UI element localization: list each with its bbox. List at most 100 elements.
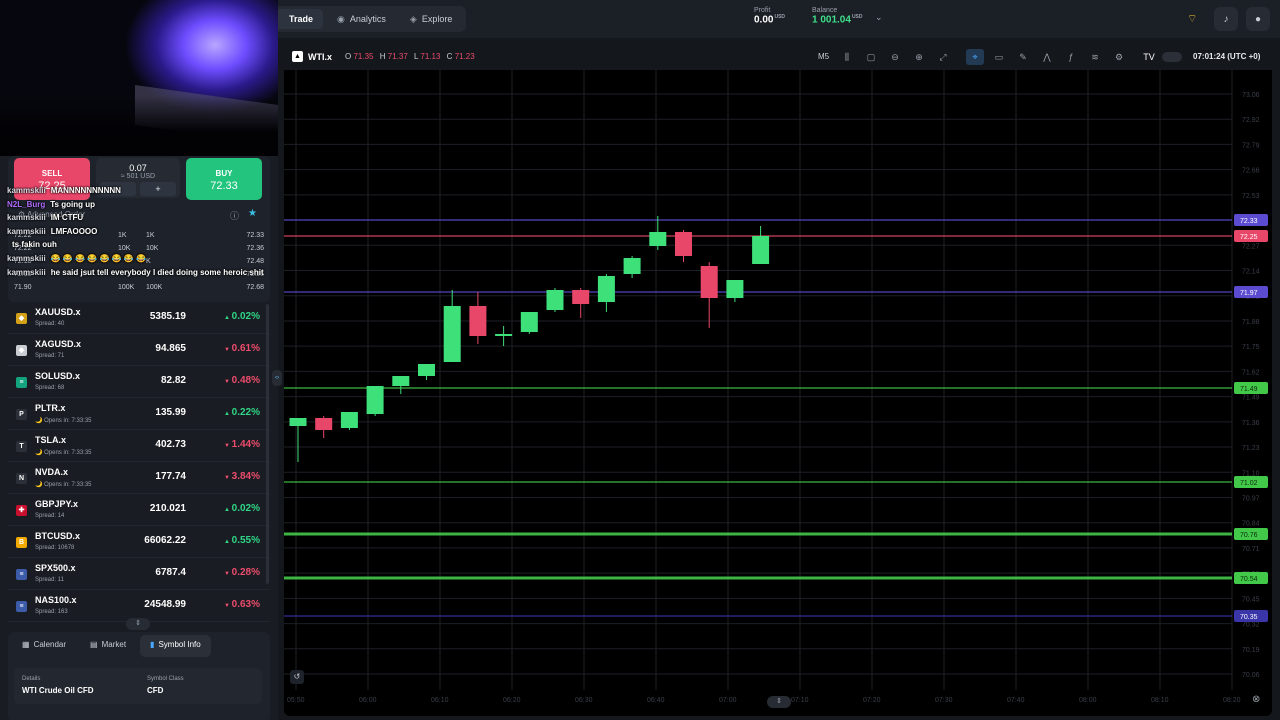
arrow-up-icon: ▲ <box>224 315 232 321</box>
arrow-up-icon: ▲ <box>224 411 232 417</box>
candle-body <box>675 232 692 256</box>
watchlist-row[interactable]: N NVDA.x 🌙 Opens in: 7:33:35 177.74 ▼ 3.… <box>8 462 270 494</box>
watchlist-scrollbar[interactable] <box>266 304 269 584</box>
watchlist-row[interactable]: B BTCUSD.x Spread: 10678 66062.22 ▲ 0.55… <box>8 526 270 558</box>
crowd-silhouette <box>0 96 278 156</box>
chat-text: IM CTFU <box>50 213 84 223</box>
candle-body <box>443 306 461 362</box>
crosshair-icon[interactable]: ⌖ <box>966 49 984 65</box>
chat-message: N2L_Burg Ts going up <box>7 200 287 214</box>
tab-market[interactable]: ▤ Market <box>80 635 136 657</box>
reset-chart-icon[interactable]: ↺ <box>290 670 304 684</box>
tab-trade[interactable]: Trade <box>274 9 324 29</box>
watchlist-symbol: NVDA.x <box>35 467 69 477</box>
time-scroll-chevron-icon[interactable]: ⇕ <box>767 696 791 708</box>
watchlist-subtext: 🌙 Opens in: 7:33:35 <box>35 482 92 488</box>
rectangle-icon[interactable]: ▢ <box>862 49 880 65</box>
watchlist-row[interactable]: ◆ XAUUSD.x Spread: 40 5385.19 ▲ 0.02% <box>8 302 270 334</box>
watchlist-subtext: Spread: 71 <box>35 353 65 359</box>
calendar-icon: ▦ <box>22 640 30 649</box>
analytics-icon: ◉ <box>337 13 345 24</box>
watchlist-subtext: Spread: 163 <box>35 609 68 615</box>
zoom-in-icon[interactable]: ⊕ <box>910 49 928 65</box>
depth-ask: 72.68 <box>246 284 264 291</box>
y-tick-label: 72.14 <box>1242 269 1260 276</box>
zoom-out-icon[interactable]: ⊖ <box>886 49 904 65</box>
watchlist-subtext: Spread: 11 <box>35 577 64 583</box>
horizontal-line-icon[interactable]: ▭ <box>990 49 1008 65</box>
chat-username: kammskiii <box>7 213 46 223</box>
watchlist-row[interactable]: T TSLA.x 🌙 Opens in: 7:33:35 402.73 ▼ 1.… <box>8 430 270 462</box>
timeframe-selector[interactable]: M5 <box>818 52 829 61</box>
ohlc-open: 71.35 <box>353 52 374 61</box>
watchlist-symbol: PLTR.x <box>35 403 66 413</box>
watchlist-subtext: Spread: 14 <box>35 513 65 519</box>
indicators-fx-icon[interactable]: ƒ <box>1062 49 1080 65</box>
collapse-panel-icon[interactable]: ‹› <box>272 370 282 386</box>
y-tick-label: 71.88 <box>1242 319 1260 326</box>
chat-message: kammskiii MANNNNNNNNNN <box>7 186 287 200</box>
watchlist-price: 66062.22 <box>144 535 186 546</box>
tab-calendar[interactable]: ▦ Calendar <box>12 635 76 657</box>
ohlc-h-label: H <box>379 52 386 61</box>
price-level-label: 72.33 <box>1240 218 1258 225</box>
x-tick-label: 08:10 <box>1151 697 1169 704</box>
symbol-info-icon: ▮ <box>150 640 155 649</box>
fullscreen-icon[interactable]: ⤢ <box>934 49 952 65</box>
watchlist-expand-chevron-icon[interactable]: ⇕ <box>126 618 150 630</box>
bitcoin-icon: B <box>16 537 27 548</box>
arrow-down-icon: ▼ <box>224 443 232 449</box>
chart-clock: 07:01:24 (UTC +0) <box>1193 52 1261 61</box>
account-chevron-down-icon[interactable]: ⌄ <box>875 12 883 23</box>
y-tick-label: 72.92 <box>1242 117 1260 124</box>
chart-symbol[interactable]: ▲ WTI.x <box>292 51 332 62</box>
candlestick-chart[interactable]: 73.0672.9272.7972.6672.5372.4072.2772.14… <box>284 70 1272 716</box>
depth-price: 71.90 <box>14 284 32 291</box>
y-tick-label: 70.97 <box>1242 495 1260 502</box>
pencil-icon[interactable]: ✎ <box>1014 49 1032 65</box>
chat-message: kammskiii 😂 😂 😂 😂 😂 😂 😂 😂 <box>7 254 287 268</box>
watchlist-row[interactable]: ≡ SPX500.x Spread: 11 6787.4 ▼ 0.28% <box>8 558 270 590</box>
tab-explore[interactable]: ◈ Explore <box>400 9 462 30</box>
price-level-label: 70.35 <box>1240 614 1258 621</box>
layers-icon[interactable]: ≋ <box>1086 49 1104 65</box>
gbp-flag-icon: ✚ <box>16 505 27 516</box>
market-icon: ▤ <box>90 640 98 649</box>
arrow-up-icon: ▲ <box>224 507 232 513</box>
settings-gear-icon[interactable]: ⚙ <box>1110 49 1128 65</box>
x-tick-label: 06:40 <box>647 697 665 704</box>
candle-body <box>392 376 410 386</box>
lot-usd-value: ≈ 501 USD <box>120 173 156 180</box>
notifications-bell-icon[interactable]: ♪ <box>1214 7 1238 31</box>
ohlc-l-label: L <box>414 52 419 61</box>
watchlist-change: ▼ 0.63% <box>224 599 260 610</box>
price-level-label: 70.76 <box>1240 532 1258 539</box>
pattern-icon[interactable]: ⋀ <box>1038 49 1056 65</box>
candle-body <box>546 290 564 310</box>
watchlist-subtext: 🌙 Opens in: 7:33:35 <box>35 450 92 456</box>
watchlist-change: ▲ 0.22% <box>224 407 260 418</box>
candles-type-icon[interactable]: ⫼ <box>838 49 856 65</box>
watchlist-row[interactable]: ≡ SOLUSD.x Spread: 68 82.82 ▼ 0.48% <box>8 366 270 398</box>
watchlist-row[interactable]: ✚ GBPJPY.x Spread: 14 210.021 ▲ 0.02% <box>8 494 270 526</box>
chat-text: 😂 😂 😂 😂 😂 😂 😂 😂 <box>50 253 146 263</box>
symbol-class-key: Symbol Class <box>147 676 184 682</box>
watchlist-symbol: XAGUSD.x <box>35 339 82 349</box>
tab-analytics[interactable]: ◉ Analytics <box>327 9 396 30</box>
price-level-label: 72.25 <box>1240 234 1258 241</box>
x-tick-label: 08:00 <box>1079 697 1097 704</box>
watchlist-row[interactable]: ◆ XAGUSD.x Spread: 71 94.865 ▼ 0.61% <box>8 334 270 366</box>
symbol-class-value: CFD <box>147 686 164 695</box>
profile-avatar-icon[interactable]: ● <box>1246 7 1270 31</box>
watchlist-row[interactable]: P PLTR.x 🌙 Opens in: 7:33:35 135.99 ▲ 0.… <box>8 398 270 430</box>
x-tick-label: 06:20 <box>503 697 521 704</box>
chart-toolbar: ▲ WTI.x O 71.35 H 71.37 L 71.13 C 71.23 M… <box>284 44 1272 70</box>
y-tick-label: 70.45 <box>1242 596 1260 603</box>
tradingview-toggle[interactable] <box>1162 52 1182 62</box>
watchlist-symbol: NAS100.x <box>35 595 77 605</box>
chart-settings-corner-icon[interactable]: ⊗ <box>1252 694 1260 705</box>
y-tick-label: 72.66 <box>1242 168 1260 175</box>
tab-symbol-info[interactable]: ▮ Symbol Info <box>140 635 211 657</box>
x-tick-label: 06:30 <box>575 697 593 704</box>
gold-icon: ◆ <box>16 313 27 324</box>
